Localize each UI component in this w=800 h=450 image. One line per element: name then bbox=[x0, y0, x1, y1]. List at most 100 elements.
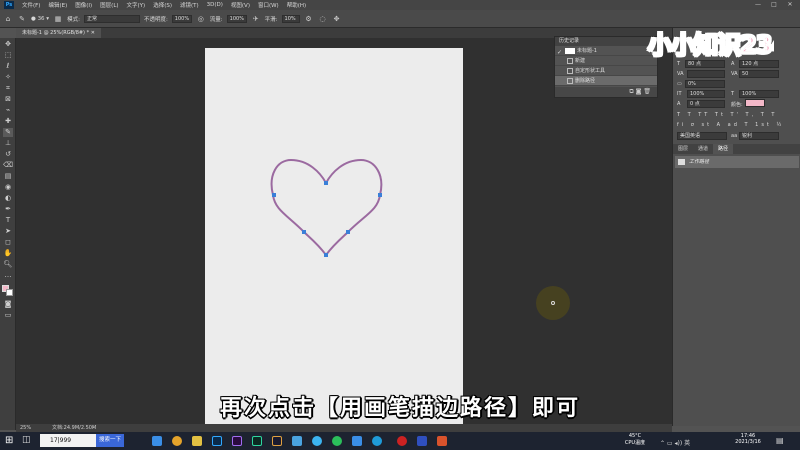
anchor-point-bottom[interactable] bbox=[324, 253, 328, 257]
zoom-tool-icon[interactable]: 🔍︎ bbox=[3, 260, 13, 269]
tab-paths[interactable]: 路径 bbox=[713, 144, 734, 154]
system-tray-icons[interactable]: ⌃ ▭ ◂)) 英 bbox=[660, 438, 690, 447]
history-item[interactable]: 新建 bbox=[555, 56, 657, 66]
quick-mask-icon[interactable]: ◙ bbox=[3, 300, 13, 309]
marquee-tool-icon[interactable]: ⬚ bbox=[3, 51, 13, 60]
proportional-spacing-field[interactable]: 0% bbox=[685, 80, 725, 88]
kerning-field[interactable] bbox=[687, 70, 725, 78]
menu-3d[interactable]: 3D(D) bbox=[203, 2, 227, 8]
history-brush-tool-icon[interactable]: ↺ bbox=[3, 150, 13, 159]
illustrator-taskbar-icon[interactable] bbox=[272, 436, 282, 446]
menu-window[interactable]: 窗口(W) bbox=[254, 1, 283, 9]
close-button[interactable]: ✕ bbox=[782, 0, 798, 10]
flow-input[interactable]: 100% bbox=[226, 14, 247, 23]
faux-styles-row[interactable]: T T TT Tt T' T, T T bbox=[677, 112, 777, 118]
audition-taskbar-icon[interactable] bbox=[252, 436, 262, 446]
history-item[interactable]: 自定形状工具 bbox=[555, 66, 657, 76]
pressure-opacity-icon[interactable]: ◎ bbox=[196, 14, 206, 24]
eyedropper-tool-icon[interactable]: ⌁ bbox=[3, 106, 13, 115]
opacity-input[interactable]: 100% bbox=[171, 14, 192, 23]
photoshop-taskbar-icon[interactable] bbox=[212, 436, 222, 446]
document-canvas[interactable] bbox=[205, 48, 463, 430]
blur-tool-icon[interactable]: ◉ bbox=[3, 183, 13, 192]
menu-layer[interactable]: 图层(L) bbox=[96, 1, 122, 9]
baseline-shift-field[interactable]: 0 点 bbox=[687, 100, 725, 108]
screen-mode-icon[interactable]: ▭ bbox=[3, 311, 13, 320]
vertical-scale-field[interactable]: 100% bbox=[687, 90, 725, 98]
more-tools-icon[interactable]: … bbox=[3, 271, 13, 280]
premiere-taskbar-icon[interactable] bbox=[232, 436, 242, 446]
home-icon[interactable]: ⌂ bbox=[3, 14, 13, 24]
language-select[interactable]: 美国英语 bbox=[677, 132, 727, 140]
menu-filter[interactable]: 滤镜(T) bbox=[176, 1, 203, 9]
menu-type[interactable]: 文字(Y) bbox=[123, 1, 150, 9]
brush-settings-icon[interactable]: ▦ bbox=[53, 14, 63, 24]
gear-icon[interactable]: ⚙ bbox=[304, 14, 314, 24]
gradient-tool-icon[interactable]: ▤ bbox=[3, 172, 13, 181]
pen-tool-icon[interactable]: ✒ bbox=[3, 205, 13, 214]
app-icon-5[interactable] bbox=[372, 436, 382, 446]
tab-channels[interactable]: 通道 bbox=[693, 144, 713, 154]
anchor-point-lower-right[interactable] bbox=[346, 230, 350, 234]
clock[interactable]: 17:46 2021/3/16 bbox=[728, 433, 768, 445]
app-icon-7[interactable] bbox=[437, 436, 447, 446]
text-color-swatch[interactable] bbox=[745, 99, 765, 107]
status-arrow-icon[interactable]: › bbox=[92, 424, 94, 432]
taskbar-search-button[interactable]: 搜索一下 bbox=[96, 434, 124, 447]
mode-select[interactable]: 正常 bbox=[83, 14, 140, 23]
tab-layers[interactable]: 图层 bbox=[673, 144, 693, 154]
eraser-tool-icon[interactable]: ⌫ bbox=[3, 161, 13, 170]
app-icon-2[interactable] bbox=[292, 436, 302, 446]
move-tool-icon[interactable]: ✥ bbox=[3, 40, 13, 49]
hand-tool-icon[interactable]: ✋ bbox=[3, 249, 13, 258]
anchor-point-right[interactable] bbox=[378, 193, 382, 197]
anchor-point-top[interactable] bbox=[324, 181, 328, 185]
horizontal-scale-field[interactable]: 100% bbox=[739, 90, 779, 98]
type-tool-icon[interactable]: T bbox=[3, 216, 13, 225]
document-tab[interactable]: 未标题-1 @ 25%(RGB/8#) * ✕ bbox=[16, 28, 101, 38]
menu-file[interactable]: 文件(F) bbox=[18, 1, 44, 9]
app-icon-4[interactable] bbox=[352, 436, 362, 446]
smoothing-input[interactable]: 10% bbox=[281, 14, 300, 23]
anchor-point-lower-left[interactable] bbox=[302, 230, 306, 234]
frame-tool-icon[interactable]: ⊠ bbox=[3, 95, 13, 104]
menu-image[interactable]: 图像(I) bbox=[71, 1, 96, 9]
menu-view[interactable]: 视图(V) bbox=[227, 1, 254, 9]
camera-icon[interactable]: ◙ bbox=[636, 88, 642, 95]
history-item-selected[interactable]: 删除路径 bbox=[555, 76, 657, 86]
minimize-button[interactable]: — bbox=[750, 0, 766, 10]
airbrush-icon[interactable]: ✈ bbox=[251, 14, 261, 24]
windows-start-icon[interactable]: ⊞ bbox=[5, 435, 13, 446]
brush-tool-icon[interactable]: ✎ bbox=[17, 14, 27, 24]
browser-icon[interactable] bbox=[172, 436, 182, 446]
lasso-tool-icon[interactable]: ℓ bbox=[3, 62, 13, 71]
new-document-from-state-icon[interactable]: ⧉ bbox=[629, 88, 633, 95]
opentype-features-row[interactable]: fi σ st A ad T 1st ½ bbox=[677, 122, 784, 128]
magic-wand-tool-icon[interactable]: ✧ bbox=[3, 73, 13, 82]
path-selection-tool-icon[interactable]: ➤ bbox=[3, 227, 13, 236]
anchor-point-left[interactable] bbox=[272, 193, 276, 197]
menu-select[interactable]: 选择(S) bbox=[149, 1, 176, 9]
app-icon-6[interactable] bbox=[417, 436, 427, 446]
menu-edit[interactable]: 编辑(E) bbox=[44, 1, 71, 9]
file-explorer-icon[interactable] bbox=[192, 436, 202, 446]
work-path-row[interactable]: 工作路径 bbox=[675, 156, 799, 168]
wechat-icon[interactable] bbox=[332, 436, 342, 446]
history-snapshot[interactable]: ✓ 未标题-1 bbox=[555, 46, 657, 56]
task-view-icon[interactable]: ◫ bbox=[22, 435, 31, 445]
trash-icon[interactable]: 🗑︎ bbox=[643, 88, 651, 95]
background-color-swatch[interactable] bbox=[6, 289, 13, 296]
maximize-button[interactable]: □ bbox=[766, 0, 782, 10]
close-tab-icon[interactable]: ✕ bbox=[91, 30, 95, 36]
recorder-icon[interactable] bbox=[397, 436, 407, 446]
clone-stamp-tool-icon[interactable]: ⊥ bbox=[3, 139, 13, 148]
brush-tool-icon[interactable]: ✎ bbox=[3, 128, 13, 137]
heart-work-path[interactable] bbox=[270, 158, 383, 257]
zoom-level[interactable]: 25% bbox=[20, 424, 31, 432]
tracking-field[interactable]: 50 bbox=[739, 70, 779, 78]
crop-tool-icon[interactable]: ⌗ bbox=[3, 84, 13, 93]
brush-preset-picker[interactable]: ● 36 ▾ bbox=[31, 16, 49, 22]
dodge-tool-icon[interactable]: ◐ bbox=[3, 194, 13, 203]
shape-tool-icon[interactable]: ◻ bbox=[3, 238, 13, 247]
pressure-size-icon[interactable]: ◌ bbox=[318, 14, 328, 24]
